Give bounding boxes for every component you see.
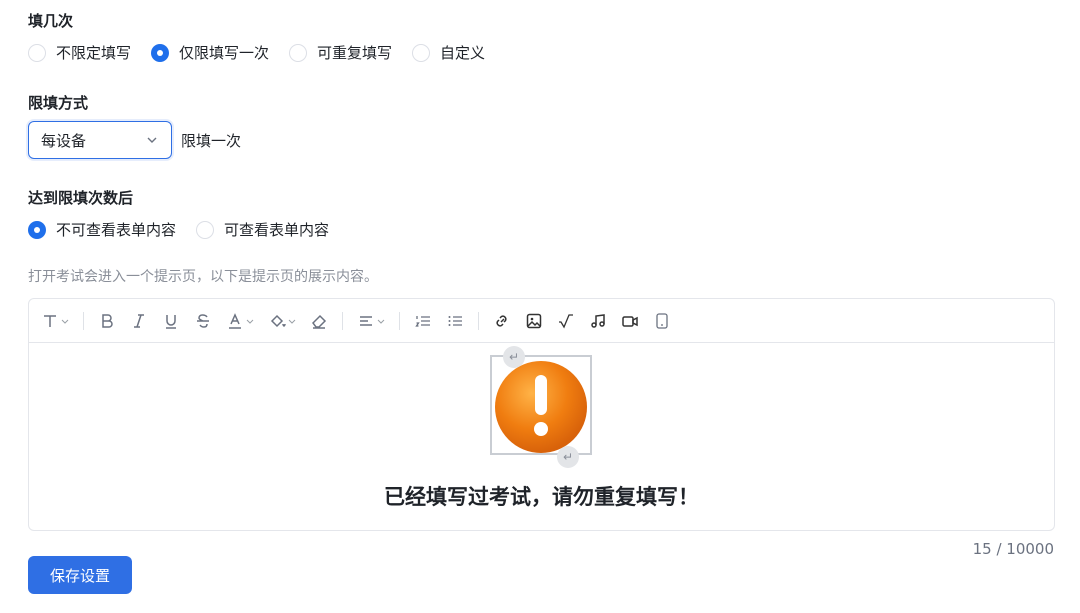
- video-icon[interactable]: [621, 309, 639, 333]
- image-icon[interactable]: [525, 309, 543, 333]
- radio-indicator-checked: [151, 43, 170, 62]
- bold-icon[interactable]: [98, 309, 116, 333]
- character-counter: 15 / 10000: [972, 540, 1054, 558]
- inserted-image[interactable]: [490, 355, 592, 455]
- editor-content-text: 已经填写过考试，请勿重复填写！: [384, 485, 699, 509]
- radio-indicator: [289, 43, 308, 62]
- editor-content[interactable]: ↵ ↵ 已经填写过考试，请勿重复填写！: [29, 343, 1054, 531]
- radio-unlimited[interactable]: 不限定填写: [28, 42, 131, 63]
- link-icon[interactable]: [493, 309, 511, 333]
- font-size-icon[interactable]: [41, 309, 69, 333]
- radio-label: 不限定填写: [56, 44, 132, 62]
- strikethrough-icon[interactable]: [194, 309, 212, 333]
- after-limit-radio-group: 不可查看表单内容 可查看表单内容: [28, 219, 349, 240]
- radio-label: 可查看表单内容: [224, 221, 330, 239]
- toolbar-divider: [478, 311, 479, 330]
- radio-label: 自定义: [440, 44, 486, 62]
- line-break-icon[interactable]: ↵: [557, 446, 579, 468]
- save-settings-button[interactable]: 保存设置: [28, 556, 132, 594]
- ordered-list-icon[interactable]: [414, 309, 432, 333]
- radio-indicator: [28, 43, 46, 62]
- radio-cannot-view[interactable]: 不可查看表单内容: [28, 219, 176, 240]
- after-limit-title: 达到限填次数后: [28, 189, 134, 207]
- underline-icon[interactable]: [162, 309, 180, 333]
- limit-side-text: 限填一次: [181, 132, 242, 150]
- italic-icon[interactable]: [130, 309, 148, 333]
- fill-count-title: 填几次: [28, 12, 74, 30]
- limit-method-title: 限填方式: [28, 94, 89, 112]
- formula-icon[interactable]: [557, 309, 575, 333]
- radio-repeatable[interactable]: 可重复填写: [289, 42, 392, 63]
- select-value: 每设备: [41, 131, 87, 150]
- radio-label: 可重复填写: [317, 44, 393, 62]
- radio-custom[interactable]: 自定义: [412, 42, 485, 63]
- radio-indicator-checked: [28, 220, 46, 239]
- radio-can-view[interactable]: 可查看表单内容: [196, 219, 329, 240]
- rich-text-editor: ↵ ↵ 已经填写过考试，请勿重复填写！: [28, 298, 1055, 531]
- align-icon[interactable]: [357, 309, 385, 333]
- radio-label: 仅限填写一次: [179, 44, 270, 62]
- chevron-down-icon: [147, 137, 157, 143]
- mobile-preview-icon[interactable]: [653, 309, 671, 333]
- editor-toolbar: [29, 299, 1054, 343]
- font-color-icon[interactable]: [226, 309, 254, 333]
- toolbar-divider: [399, 311, 400, 330]
- hint-text: 打开考试会进入一个提示页，以下是提示页的展示内容。: [28, 269, 378, 285]
- clear-format-icon[interactable]: [310, 309, 328, 333]
- fill-count-radio-group: 不限定填写 仅限填写一次 可重复填写 自定义: [28, 42, 505, 63]
- toolbar-divider: [83, 311, 84, 330]
- background-color-icon[interactable]: [268, 309, 296, 333]
- radio-indicator: [412, 43, 431, 62]
- music-icon[interactable]: [589, 309, 607, 333]
- unordered-list-icon[interactable]: [446, 309, 464, 333]
- radio-indicator: [196, 220, 215, 239]
- warning-icon: [495, 361, 587, 453]
- toolbar-divider: [342, 311, 343, 330]
- line-break-icon[interactable]: ↵: [503, 346, 525, 368]
- radio-label: 不可查看表单内容: [56, 221, 177, 239]
- radio-once-only[interactable]: 仅限填写一次: [151, 42, 269, 63]
- limit-method-select[interactable]: 每设备: [28, 121, 172, 159]
